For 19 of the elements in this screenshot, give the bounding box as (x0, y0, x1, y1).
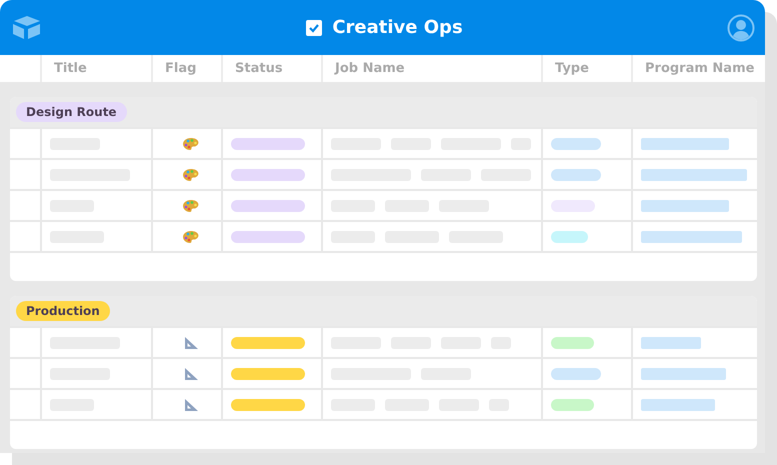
table-row[interactable] (10, 357, 757, 388)
placeholder-bar (641, 336, 701, 348)
user-icon[interactable] (726, 14, 755, 42)
column-header[interactable]: Status (221, 55, 321, 82)
table-row[interactable] (10, 388, 757, 419)
table-row[interactable] (10, 158, 757, 189)
column-header[interactable]: Title (40, 55, 151, 82)
table-row[interactable] (10, 326, 757, 357)
column-header[interactable]: Flag (151, 55, 221, 82)
group-label: Design Route (16, 102, 127, 122)
table-row[interactable] (10, 220, 757, 251)
box-logo-icon[interactable] (12, 14, 42, 40)
window-title: Creative Ops (332, 17, 463, 38)
table-row[interactable] (10, 189, 757, 220)
column-header[interactable]: Job Name (321, 55, 541, 82)
table-row[interactable] (10, 127, 757, 158)
column-header[interactable]: Program Name (631, 55, 765, 82)
group-label: Production (16, 301, 110, 321)
column-header[interactable]: Type (541, 55, 631, 82)
